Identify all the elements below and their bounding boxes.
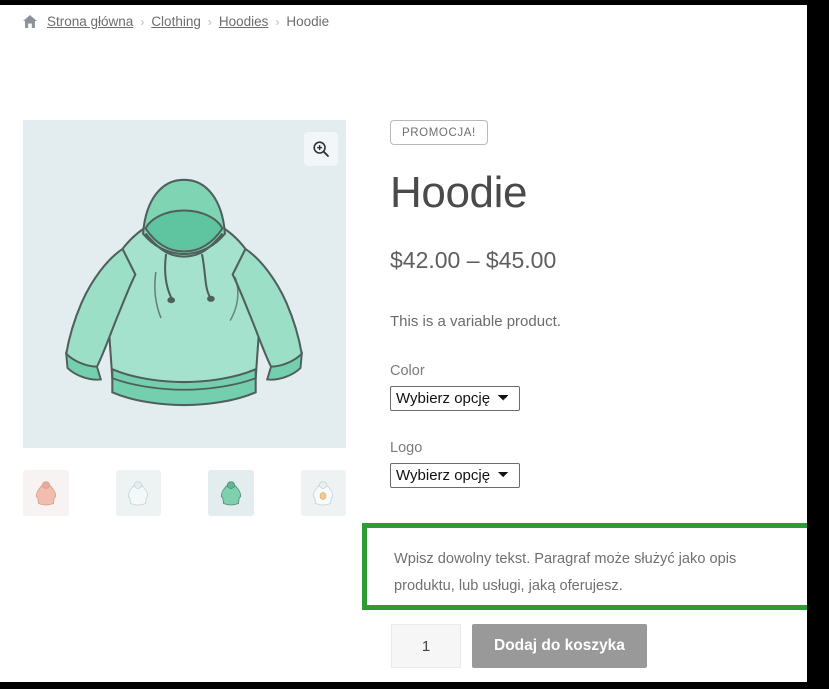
thumbnail-item-4[interactable]	[300, 470, 346, 516]
hoodie-thumb-icon	[35, 481, 56, 506]
breadcrumb: Strona główna › Clothing › Hoodies › Hoo…	[22, 14, 329, 29]
thumbnail-list	[23, 470, 346, 516]
highlighted-paragraph-text: Wpisz dowolny tekst. Paragraf może służy…	[394, 551, 737, 594]
product-price: $42.00 – $45.00	[390, 247, 557, 274]
breadcrumb-link-hoodies[interactable]: Hoodies	[219, 14, 269, 29]
home-icon[interactable]	[22, 14, 38, 29]
breadcrumb-separator: ›	[207, 14, 212, 29]
hoodie-thumb-icon	[128, 481, 149, 506]
breadcrumb-separator: ›	[140, 14, 145, 29]
browser-viewport: Strona główna › Clothing › Hoodies › Hoo…	[0, 5, 807, 682]
breadcrumb-link-clothing[interactable]: Clothing	[151, 14, 201, 29]
thumbnail-item-2[interactable]	[115, 470, 161, 516]
product-summary: PROMOCJA! Hoodie $42.00 – $45.00 This is…	[390, 120, 790, 489]
hoodie-thumb-icon	[220, 481, 241, 506]
add-to-cart-button[interactable]: Dodaj do koszyka	[472, 624, 647, 668]
thumbnail-item-3[interactable]	[208, 470, 254, 516]
quantity-input[interactable]	[391, 624, 461, 668]
magnifier-plus-icon	[313, 141, 329, 157]
breadcrumb-link-home[interactable]: Strona główna	[47, 14, 133, 29]
product-main-image[interactable]	[23, 120, 346, 448]
attribute-label-color: Color	[390, 363, 425, 380]
breadcrumb-separator: ›	[275, 14, 280, 29]
product-title: Hoodie	[390, 168, 528, 217]
thumbnail-item-1[interactable]	[23, 470, 69, 516]
hoodie-illustration	[65, 178, 303, 407]
product-short-description: This is a variable product.	[390, 313, 561, 331]
attribute-label-logo: Logo	[390, 440, 423, 457]
product-gallery	[23, 120, 346, 516]
attribute-select-color[interactable]: Wybierz opcję	[390, 386, 520, 412]
add-to-cart-form: Dodaj do koszyka	[391, 624, 647, 668]
sale-badge: PROMOCJA!	[390, 120, 488, 145]
attribute-select-logo[interactable]: Wybierz opcję	[390, 463, 520, 489]
highlighted-paragraph-box: Wpisz dowolny tekst. Paragraf może służy…	[362, 523, 807, 610]
hoodie-thumb-icon	[313, 481, 334, 506]
breadcrumb-current: Hoodie	[286, 14, 330, 29]
zoom-image-button[interactable]	[304, 132, 338, 166]
